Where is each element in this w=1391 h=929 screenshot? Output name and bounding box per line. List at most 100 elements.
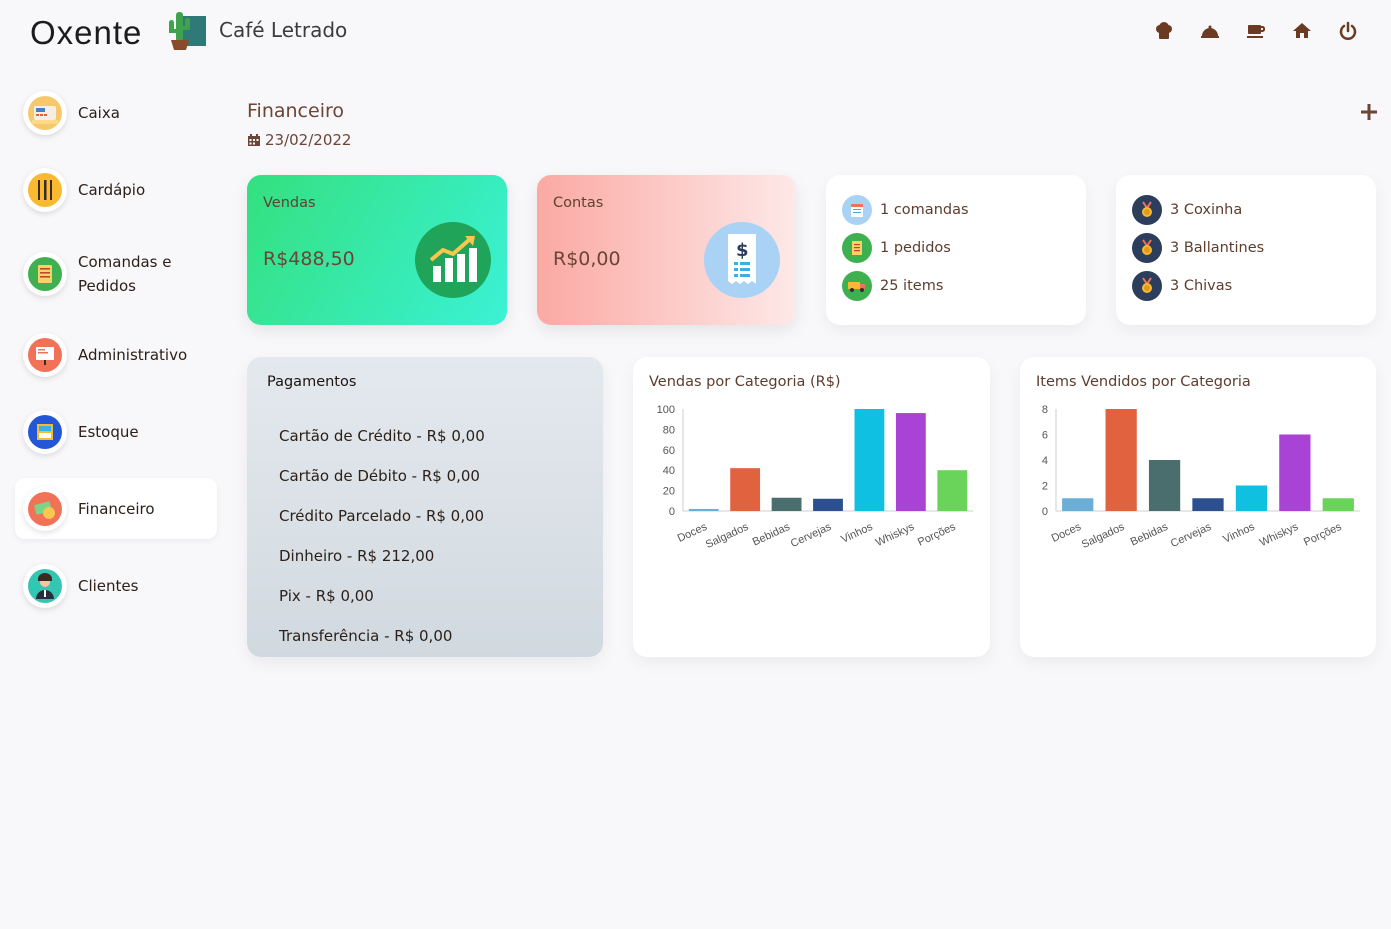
- sidebar-item-label: Clientes: [78, 576, 139, 595]
- x-tick-label: Bebidas: [751, 521, 793, 549]
- bar[interactable]: [895, 413, 926, 511]
- cafe-name: Café Letrado: [219, 18, 348, 42]
- items-chart-card: Items Vendidos por Categoria 0 2 4 6 8 Doces S…: [1020, 357, 1376, 657]
- coffee-cup-icon[interactable]: [1233, 18, 1279, 44]
- bill-icon: $: [704, 222, 780, 298]
- customer-icon: [23, 563, 67, 608]
- y-tick-label: 0: [1042, 506, 1048, 518]
- sidebar-item-comandas[interactable]: Comandas e Pedidos: [15, 234, 217, 314]
- stat-items: 25 items: [842, 271, 943, 301]
- bar[interactable]: [813, 498, 843, 511]
- medal-icon: [1132, 195, 1162, 225]
- sidebar-item-administrativo[interactable]: Administrativo: [15, 324, 217, 385]
- y-tick-label: 8: [1042, 404, 1048, 416]
- money-icon: [23, 486, 67, 531]
- chef-hat-icon[interactable]: [1141, 18, 1187, 44]
- vendas-label: Vendas: [263, 195, 316, 211]
- vendas-bar-chart: 020406080100DocesSalgados BebidasCervejas…: [657, 404, 973, 551]
- bar[interactable]: [854, 409, 885, 511]
- bar[interactable]: [1105, 409, 1137, 511]
- payment-item: Dinheiro - R$ 212,00: [279, 547, 435, 565]
- bar[interactable]: [1192, 498, 1224, 511]
- bar[interactable]: [688, 508, 719, 511]
- sidebar-item-label: Estoque: [78, 422, 139, 441]
- medal-icon: [1132, 271, 1162, 301]
- page-date: 23/02/2022: [247, 131, 351, 149]
- calendar-icon: [842, 195, 872, 225]
- contas-card: Contas R$0,00 $: [537, 175, 796, 325]
- stats-card: 1 comandas 1 pedidos 25 items: [826, 175, 1086, 325]
- order-icon: [842, 233, 872, 263]
- stat-text: 3 Ballantines: [1170, 240, 1265, 256]
- bar[interactable]: [1235, 485, 1268, 512]
- top-item: 3 Ballantines: [1132, 233, 1264, 263]
- bar[interactable]: [730, 468, 761, 511]
- y-tick-label: 100: [657, 404, 675, 416]
- app-header: Oxente Café Letrado: [0, 0, 1391, 64]
- home-icon[interactable]: [1279, 18, 1325, 44]
- x-tick-label: Doces: [1050, 521, 1084, 545]
- payment-item: Crédito Parcelado - R$ 0,00: [279, 507, 485, 525]
- sidebar-item-financeiro[interactable]: Financeiro: [15, 478, 217, 539]
- x-tick-label: Whiskys: [874, 521, 917, 549]
- y-tick-label: 0: [669, 506, 675, 518]
- bar[interactable]: [1148, 460, 1181, 511]
- sidebar-item-cardapio[interactable]: Cardápio: [15, 159, 217, 220]
- y-tick-label: 40: [663, 465, 675, 477]
- vendas-chart-card: Vendas por Categoria (R$) 0 20 40 60 80 100 Do…: [633, 357, 990, 657]
- storage-box-icon: [23, 409, 67, 454]
- x-tick-label: Vinhos: [839, 521, 875, 546]
- calendar-icon: [248, 134, 260, 146]
- sidebar: Caixa Cardápio Comandas e Pedidos Admini…: [15, 82, 217, 632]
- stat-pedidos: 1 pedidos: [842, 233, 951, 263]
- sidebar-item-label: Administrativo: [78, 345, 188, 364]
- add-icon[interactable]: [1357, 100, 1381, 124]
- page-title: Financeiro: [247, 100, 344, 122]
- pagamentos-card: Pagamentos Cartão de Crédito - R$ 0,00 C…: [247, 357, 603, 657]
- stat-text: 1 pedidos: [880, 240, 951, 256]
- brand-logo-text[interactable]: Oxente: [30, 14, 142, 52]
- power-icon[interactable]: [1325, 18, 1371, 44]
- delivery-truck-icon: [842, 271, 872, 301]
- date-text: 23/02/2022: [265, 131, 352, 149]
- x-tick-label: Cervejas: [789, 521, 834, 550]
- stat-comandas: 1 comandas: [842, 195, 969, 225]
- top-nav: [1141, 18, 1371, 44]
- bar[interactable]: [1322, 498, 1354, 511]
- stat-text: 3 Coxinha: [1170, 202, 1243, 218]
- stat-text: 1 comandas: [880, 202, 969, 218]
- y-tick-label: 20: [663, 486, 675, 498]
- sidebar-item-label: Caixa: [78, 103, 120, 122]
- top-item: 3 Chivas: [1132, 271, 1232, 301]
- sidebar-item-label: Cardápio: [78, 180, 146, 199]
- payment-item: Transferência - R$ 0,00: [279, 627, 453, 645]
- payment-item: Pix - R$ 0,00: [279, 587, 374, 605]
- y-tick-label: 60: [663, 445, 675, 457]
- cloche-icon[interactable]: [1187, 18, 1233, 44]
- bar[interactable]: [771, 497, 802, 511]
- svg-text:$: $: [736, 240, 749, 261]
- vendas-card: Vendas R$488,50: [247, 175, 507, 325]
- x-tick-label: Salgados: [1080, 521, 1127, 551]
- sidebar-item-caixa[interactable]: Caixa: [15, 82, 217, 143]
- top-items-card: 3 Coxinha 3 Ballantines 3 Chivas: [1116, 175, 1376, 325]
- x-tick-label: Bebidas: [1129, 521, 1171, 549]
- growth-chart-icon: [415, 222, 491, 298]
- x-tick-label: Whiskys: [1258, 521, 1301, 549]
- bar[interactable]: [937, 470, 968, 511]
- sidebar-item-clientes[interactable]: Clientes: [15, 555, 217, 616]
- sidebar-item-estoque[interactable]: Estoque: [15, 401, 217, 462]
- items-bar-chart: 0 2 4 6 8 DocesSalgados Bebidas Cervejas Vinhos W…: [1042, 404, 1360, 551]
- pagamentos-title: Pagamentos: [267, 374, 357, 390]
- y-tick-label: 80: [663, 424, 675, 436]
- cactus-logo-icon: [169, 12, 206, 50]
- x-tick-label: Cervejas: [1169, 521, 1214, 550]
- y-tick-label: 6: [1042, 430, 1048, 442]
- medal-icon: [1132, 233, 1162, 263]
- cutlery-icon: [23, 167, 67, 212]
- y-tick-label: 4: [1042, 455, 1048, 467]
- y-tick-label: 2: [1042, 481, 1048, 493]
- bar[interactable]: [1279, 434, 1311, 512]
- bar[interactable]: [1062, 498, 1094, 511]
- contas-value: R$0,00: [553, 248, 621, 270]
